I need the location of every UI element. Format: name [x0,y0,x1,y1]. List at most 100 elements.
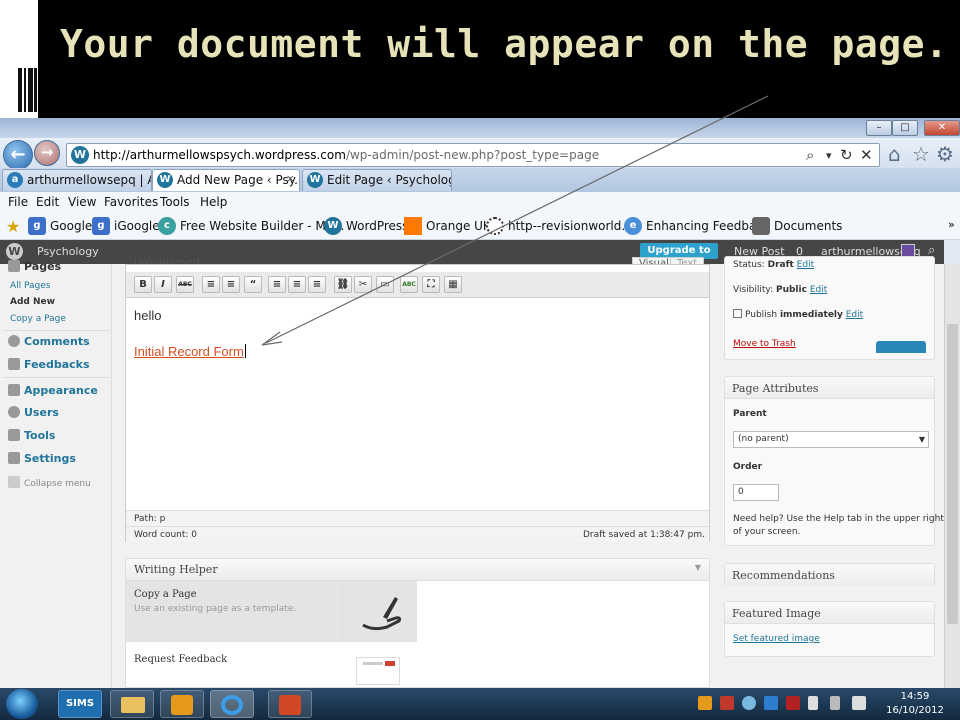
sidebar-item-appearance[interactable]: Appearance [8,384,98,397]
favorite-enhancing-feedback[interactable]: e Enhancing Feedback [624,217,770,235]
tray-security-icon[interactable] [764,696,778,710]
spellcheck-button[interactable]: ABC [400,276,418,293]
wordpress-logo-icon[interactable]: W [6,243,23,260]
sidebar-item-feedbacks[interactable]: Feedbacks [8,358,90,371]
insert-link-button[interactable]: ⛓ [334,276,352,293]
favorite-orange-uk[interactable]: Orange UK [404,217,491,235]
strikethrough-button[interactable]: ABC [176,276,194,293]
recommendations-box[interactable]: Recommendations [724,563,935,586]
taskbar-powerpoint-icon[interactable] [268,690,312,718]
taskbar-outlook-icon[interactable] [160,690,204,718]
visibility-edit-link[interactable]: Edit [810,285,827,295]
menu-edit[interactable]: Edit [36,195,59,209]
chevron-right-icon[interactable]: » [948,218,955,231]
minimize-button[interactable]: – [866,120,892,136]
tray-volume-icon[interactable] [852,696,866,710]
tab-close-icon[interactable]: × [286,172,295,185]
orange-icon [404,217,422,235]
tray-app-icon[interactable] [720,696,734,710]
taskbar-sims[interactable]: SIMS [58,690,102,718]
tab-arthurmellowsepq[interactable]: a arthurmellowsepq | A fi... [2,169,152,191]
italic-button[interactable]: I [154,276,172,293]
forward-button[interactable]: → [34,140,60,166]
align-left-button[interactable]: ≡ [268,276,286,293]
close-window-button[interactable]: ✕ [924,120,960,136]
menu-file[interactable]: File [8,195,28,209]
bold-button[interactable]: B [134,276,152,293]
request-feedback-icon [356,657,400,685]
unlink-button[interactable]: ✂ [354,276,372,293]
blockquote-button[interactable]: “ [244,276,262,293]
search-icon[interactable]: ⌕ [806,146,814,164]
back-button[interactable]: ← [3,140,33,170]
copy-a-page-option[interactable]: Copy a Page Use an existing page as a te… [126,581,342,642]
sidebar-item-users[interactable]: Users [8,406,59,419]
page-scrollbar[interactable] [944,264,960,688]
collapse-menu-link[interactable]: Collapse menu [8,476,91,489]
chevron-down-icon[interactable]: ▾ [826,149,832,162]
sidebar-item-pages[interactable]: Pages [8,260,61,273]
bullet-list-button[interactable]: ≡ [202,276,220,293]
favorite-documents[interactable]: Documents [752,217,842,235]
favorites-star-icon[interactable]: ★ [6,217,20,236]
sidebar-subitem-add-new[interactable]: Add New [10,297,55,307]
sidebar-item-tools[interactable]: Tools [8,429,55,442]
refresh-icon[interactable]: ↻ [840,146,853,164]
tab-edit-page[interactable]: W Edit Page ‹ Psychology ... [302,169,452,191]
set-featured-image-link[interactable]: Set featured image [733,634,820,644]
fullscreen-button[interactable]: ⛶ [422,276,440,293]
taskbar-clock[interactable]: 14:59 16/10/2012 [880,690,950,718]
sidebar-item-settings[interactable]: Settings [8,452,76,465]
align-right-button[interactable]: ≡ [308,276,326,293]
appearance-icon [8,384,20,396]
taskbar-explorer-folder-icon[interactable] [110,690,154,718]
initial-record-form-link[interactable]: Initial Record Form [134,344,246,359]
tray-outlook-icon[interactable] [698,696,712,710]
collapse-toggle-icon[interactable]: ▼ [695,563,701,572]
word-count: Word count: 0 [134,530,198,540]
start-button[interactable] [6,689,38,719]
sidebar-item-comments[interactable]: Comments [8,335,90,348]
editor-content-area[interactable]: hello Initial Record Form [126,298,709,510]
favorite-wordpress[interactable]: W WordPress [324,217,408,235]
home-icon[interactable]: ⌂ [888,142,901,166]
wordpress-icon: W [307,172,323,188]
sidebar-subitem-all-pages[interactable]: All Pages [10,281,51,291]
order-label: Order [733,462,763,472]
favorite-google[interactable]: g Google [28,217,92,235]
menu-help[interactable]: Help [200,195,227,209]
align-center-button[interactable]: ≡ [288,276,306,293]
favorite-revisionworld[interactable]: http--revisionworld.co [486,217,639,235]
parent-select[interactable]: (no parent) ▼ [733,431,929,448]
menu-bar: File Edit View Favorites Tools Help [0,192,960,212]
tray-signal-icon[interactable] [830,696,840,710]
gear-icon[interactable]: ⚙ [936,142,954,166]
publish-button[interactable] [876,341,926,353]
publish-edit-link[interactable]: Edit [846,310,863,320]
star-icon[interactable]: ☆ [912,142,930,166]
menu-tools[interactable]: Tools [160,195,190,209]
menu-favorites[interactable]: Favorites [104,195,158,209]
numbered-list-button[interactable]: ≡ [222,276,240,293]
sidebar-subitem-copy-page[interactable]: Copy a Page [10,314,66,324]
tray-network-icon[interactable] [742,696,756,710]
tray-flag-icon[interactable] [786,696,800,710]
writing-helper-header[interactable]: Writing Helper ▼ [126,559,709,581]
tab-add-new-page[interactable]: W Add New Page ‹ Psy... × [152,169,300,191]
move-to-trash-link[interactable]: Move to Trash [733,339,796,349]
address-bar[interactable]: W http://arthurmellowspsych.wordpress.co… [66,143,880,167]
stop-icon[interactable]: ✕ [860,146,873,164]
scrollbar-thumb[interactable] [947,324,958,624]
tray-device-icon[interactable] [808,696,818,710]
taskbar-internet-explorer-icon[interactable] [210,690,254,718]
status-edit-link[interactable]: Edit [797,260,814,270]
insert-more-button[interactable]: ▭ [376,276,394,293]
favorite-website-builder[interactable]: c Free Website Builder - Mo... [158,217,344,235]
menu-view[interactable]: View [68,195,96,209]
order-input[interactable]: 0 [733,484,779,501]
site-name-link[interactable]: Psychology [37,245,99,258]
kitchen-sink-button[interactable]: ▦ [444,276,462,293]
favorite-igoogle[interactable]: g iGoogle [92,217,160,235]
maximize-button[interactable]: □ [892,120,918,136]
request-feedback-option[interactable]: Request Feedback [126,650,235,669]
